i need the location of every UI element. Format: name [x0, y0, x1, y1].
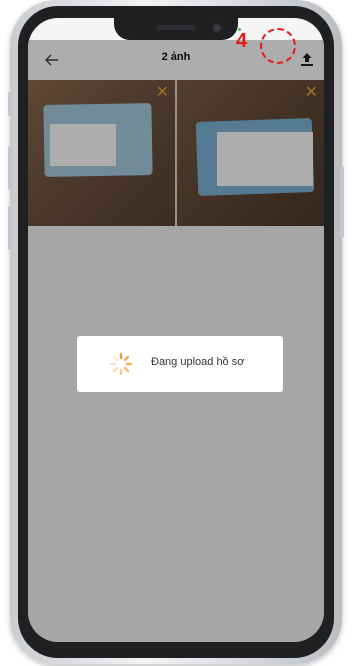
app-screen: 2 ảnh ✕ ✕ Đang upload hồ sơ [28, 18, 324, 642]
phone-side-button [8, 92, 12, 116]
phone-volume-down-button [8, 206, 12, 250]
loading-spinner-icon [109, 352, 133, 376]
dialog-message: Đang upload hồ sơ [151, 356, 245, 368]
phone-power-button [340, 166, 344, 238]
speaker-grille [156, 25, 196, 30]
step-annotation-number: 4 [236, 30, 248, 52]
front-camera [212, 23, 222, 33]
phone-notch [114, 18, 238, 40]
annotation-highlight-circle [260, 28, 296, 64]
upload-progress-dialog: Đang upload hồ sơ [77, 336, 283, 392]
phone-volume-up-button [8, 146, 12, 190]
